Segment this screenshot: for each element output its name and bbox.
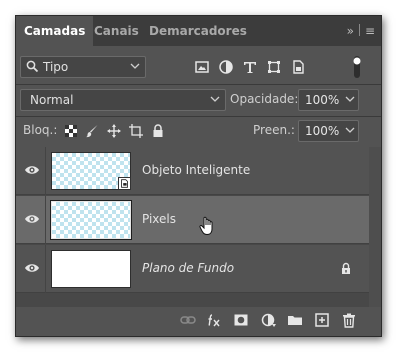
layer-row-pixels[interactable]: Pixels bbox=[16, 196, 369, 244]
opacity-label: Opacidade: bbox=[230, 92, 299, 106]
tab-demarcadores[interactable]: Demarcadores bbox=[149, 16, 247, 46]
search-icon bbox=[26, 60, 39, 73]
layer-thumbnail bbox=[51, 250, 131, 288]
layers-panel: Camadas Canais Demarcadores » ≡ Tipo Nor… bbox=[15, 15, 382, 337]
lock-label: Bloq.: bbox=[23, 123, 58, 137]
eye-icon[interactable] bbox=[24, 212, 40, 226]
collapse-icon[interactable]: » bbox=[347, 24, 354, 38]
filter-toggle-switch[interactable] bbox=[353, 55, 361, 79]
opacity-input[interactable]: 100% bbox=[298, 89, 359, 111]
type-layer-filter-icon[interactable] bbox=[242, 59, 258, 75]
layer-style-fx-icon[interactable] bbox=[206, 312, 222, 328]
layer-name[interactable]: Objeto Inteligente bbox=[142, 163, 250, 177]
eye-icon[interactable] bbox=[24, 163, 40, 177]
lock-icon bbox=[342, 262, 350, 274]
filter-type-value: Tipo bbox=[43, 60, 69, 74]
smart-object-icon bbox=[118, 177, 131, 190]
layer-row-plano-de-fundo[interactable]: Plano de Fundo bbox=[16, 245, 369, 293]
chevron-down-icon bbox=[210, 96, 220, 102]
tab-camadas[interactable]: Camadas bbox=[16, 16, 94, 46]
hand-cursor-icon bbox=[199, 216, 213, 236]
lock-image-pixels-icon[interactable] bbox=[85, 124, 99, 138]
scrollbar[interactable] bbox=[369, 147, 381, 307]
fill-label: Preen.: bbox=[253, 123, 295, 137]
fill-input[interactable]: 100% bbox=[298, 120, 359, 142]
layer-row-objeto-inteligente[interactable]: Objeto Inteligente bbox=[16, 147, 369, 195]
pixel-layer-filter-icon[interactable] bbox=[194, 59, 210, 75]
layer-thumbnail bbox=[51, 152, 131, 190]
lock-position-icon[interactable] bbox=[107, 124, 121, 138]
layer-name[interactable]: Plano de Fundo bbox=[142, 261, 234, 275]
chevron-down-icon bbox=[130, 63, 140, 69]
shape-layer-filter-icon[interactable] bbox=[266, 59, 282, 75]
tab-menu-controls: » ≡ bbox=[347, 24, 375, 38]
divider bbox=[16, 116, 381, 117]
new-group-folder-icon[interactable] bbox=[287, 312, 303, 328]
link-layers-icon[interactable] bbox=[180, 312, 196, 328]
eye-icon[interactable] bbox=[24, 261, 40, 275]
blend-mode-select[interactable]: Normal bbox=[20, 89, 226, 111]
add-mask-icon[interactable] bbox=[233, 312, 249, 328]
panel-menu-icon[interactable]: ≡ bbox=[365, 24, 375, 38]
opacity-value: 100% bbox=[305, 93, 340, 107]
lock-all-icon[interactable] bbox=[151, 124, 165, 138]
layer-thumbnail bbox=[50, 200, 132, 240]
tab-canais[interactable]: Canais bbox=[94, 16, 139, 46]
new-layer-icon[interactable] bbox=[314, 312, 330, 328]
adjustment-layer-filter-icon[interactable] bbox=[218, 59, 234, 75]
smart-object-filter-icon[interactable] bbox=[290, 59, 306, 75]
divider bbox=[16, 84, 381, 85]
new-adjustment-layer-icon[interactable] bbox=[261, 312, 277, 328]
blend-mode-value: Normal bbox=[30, 93, 74, 107]
lock-artboard-icon[interactable] bbox=[129, 124, 143, 138]
trash-icon[interactable] bbox=[341, 312, 357, 328]
lock-transparent-pixels-icon[interactable] bbox=[64, 124, 78, 138]
chevron-down-icon[interactable] bbox=[344, 92, 356, 106]
filter-type-select[interactable]: Tipo bbox=[20, 56, 146, 78]
fill-value: 100% bbox=[305, 124, 340, 138]
chevron-down-icon[interactable] bbox=[344, 123, 356, 137]
layer-name[interactable]: Pixels bbox=[142, 212, 176, 226]
tab-bar: Camadas Canais Demarcadores » ≡ bbox=[16, 16, 381, 46]
